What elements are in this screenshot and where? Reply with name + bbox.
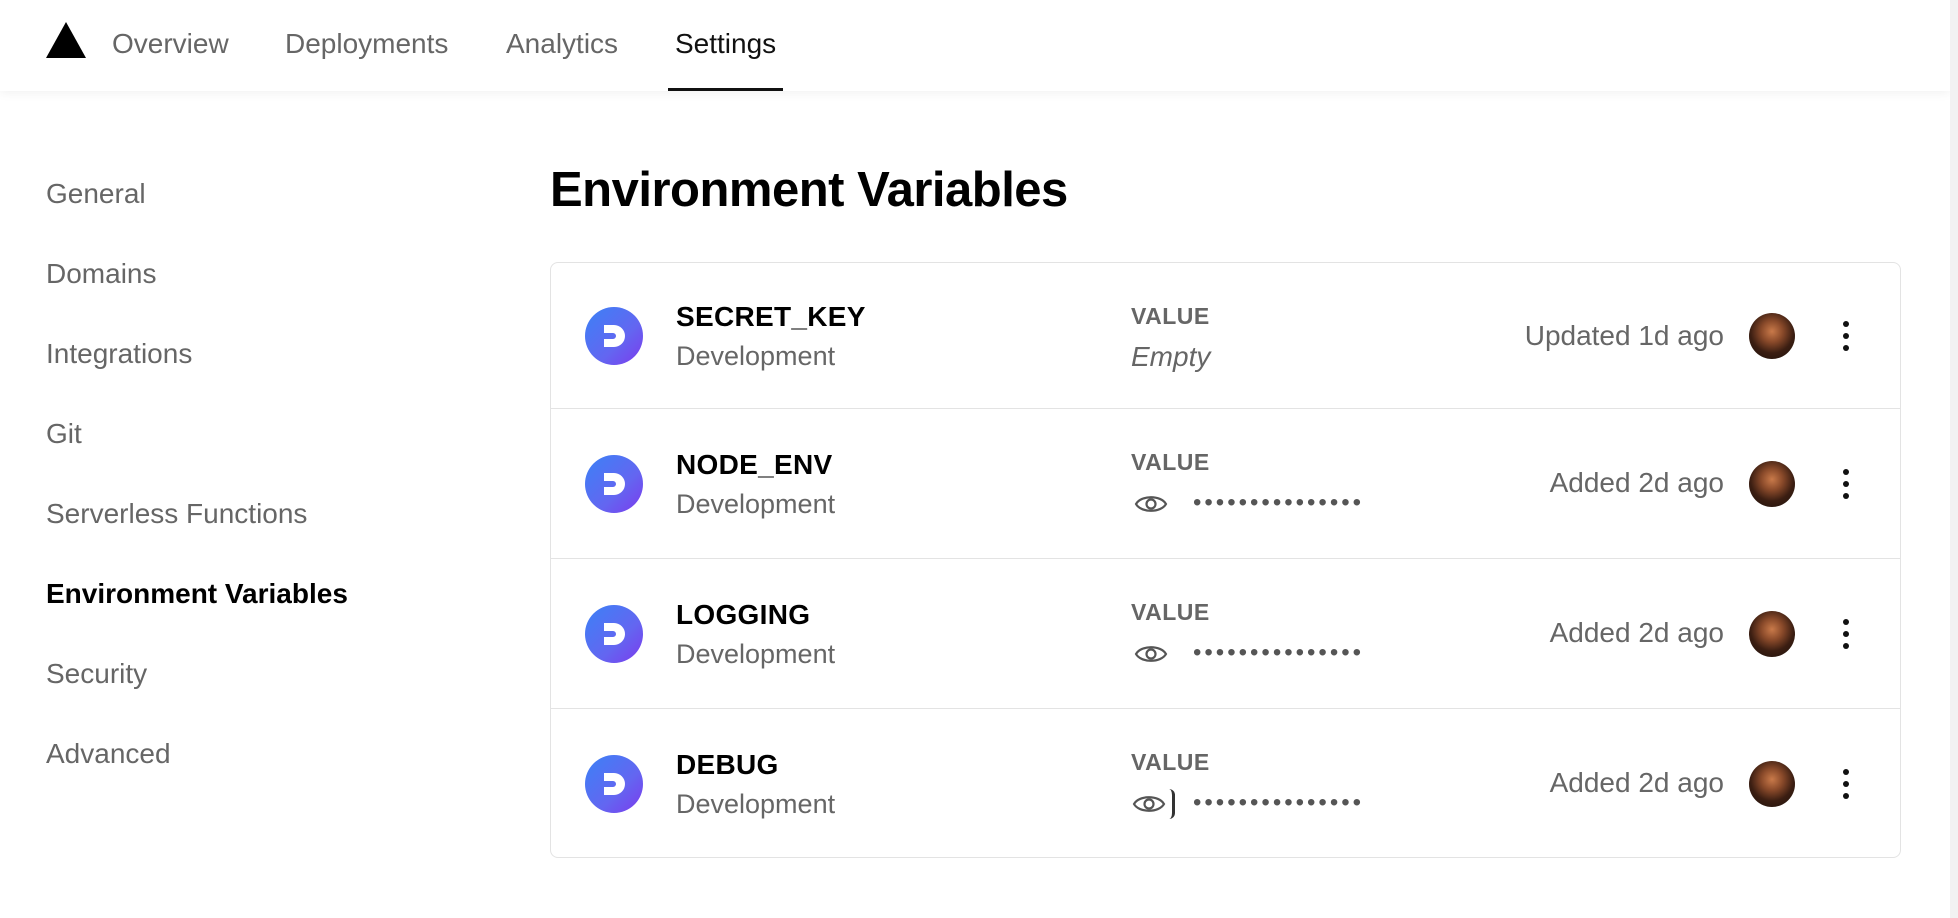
value-empty-text: Empty <box>1131 341 1211 372</box>
sidebar-item-advanced[interactable]: Advanced <box>46 738 171 770</box>
sidebar-item-domains[interactable]: Domains <box>46 258 156 290</box>
env-variables-list: SECRET_KEY Development VALUE Empty Updat… <box>550 262 1901 858</box>
value-label: VALUE <box>1131 303 1210 329</box>
app-logo-icon <box>585 455 643 513</box>
env-variable-row: SECRET_KEY Development VALUE Empty Updat… <box>551 263 1900 409</box>
avatar <box>1749 611 1795 657</box>
avatar <box>1749 761 1795 807</box>
eye-icon[interactable] <box>1130 789 1175 819</box>
avatar <box>1749 313 1795 359</box>
top-navigation: Overview Deployments Analytics Settings <box>0 0 1950 91</box>
value-label: VALUE <box>1131 749 1210 775</box>
app-logo-icon <box>585 755 643 813</box>
triangle-logo-icon[interactable] <box>46 22 86 58</box>
sidebar-item-security[interactable]: Security <box>46 658 147 690</box>
page-edge <box>1950 0 1958 918</box>
env-variable-row: NODE_ENV Development VALUE •••••••••••••… <box>551 409 1900 559</box>
variable-name: NODE_ENV <box>676 449 833 480</box>
eye-icon[interactable] <box>1133 641 1169 667</box>
sidebar-item-git[interactable]: Git <box>46 418 82 450</box>
sidebar-item-general[interactable]: General <box>46 178 146 210</box>
masked-value: ••••••••••••••• <box>1193 489 1365 516</box>
variable-name: DEBUG <box>676 749 779 780</box>
variable-environment: Development <box>676 639 836 669</box>
more-vertical-icon[interactable] <box>1831 464 1861 504</box>
sidebar-item-serverless-functions[interactable]: Serverless Functions <box>46 498 307 530</box>
tab-overview[interactable]: Overview <box>112 22 229 91</box>
variable-timestamp: Added 2d ago <box>1549 467 1724 498</box>
tab-deployments[interactable]: Deployments <box>285 22 448 91</box>
variable-environment: Development <box>676 789 836 819</box>
variable-timestamp: Updated 1d ago <box>1524 320 1724 351</box>
app-logo-icon <box>585 605 643 663</box>
variable-name: LOGGING <box>676 599 811 630</box>
variable-timestamp: Added 2d ago <box>1549 617 1724 648</box>
tab-settings[interactable]: Settings <box>667 22 784 91</box>
masked-value: ••••••••••••••• <box>1193 639 1365 666</box>
tab-analytics[interactable]: Analytics <box>506 22 618 91</box>
masked-value: ••••••••••••••• <box>1193 789 1365 816</box>
variable-environment: Development <box>676 341 836 371</box>
more-vertical-icon[interactable] <box>1831 614 1861 654</box>
sidebar-item-integrations[interactable]: Integrations <box>46 338 192 370</box>
value-label: VALUE <box>1131 599 1210 625</box>
env-variable-row: LOGGING Development VALUE ••••••••••••••… <box>551 559 1900 709</box>
app-logo-icon <box>585 307 643 365</box>
more-vertical-icon[interactable] <box>1831 316 1861 356</box>
more-vertical-icon[interactable] <box>1831 764 1861 804</box>
variable-environment: Development <box>676 489 836 519</box>
variable-name: SECRET_KEY <box>676 301 866 332</box>
env-variable-row: DEBUG Development VALUE ••••••••••••••• … <box>551 709 1900 857</box>
variable-timestamp: Added 2d ago <box>1549 767 1724 798</box>
page-title: Environment Variables <box>550 163 1068 217</box>
avatar <box>1749 461 1795 507</box>
eye-icon[interactable] <box>1133 491 1169 517</box>
value-label: VALUE <box>1131 449 1210 475</box>
sidebar-item-environment-variables[interactable]: Environment Variables <box>46 578 348 610</box>
